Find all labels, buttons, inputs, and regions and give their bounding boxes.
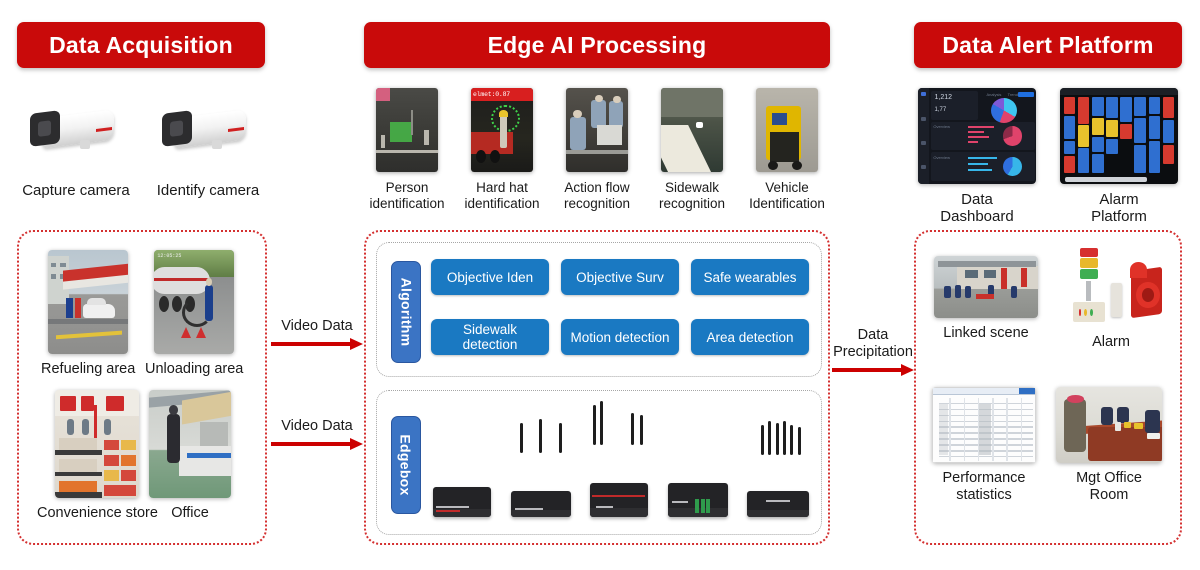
cctv-camera-icon (152, 100, 264, 170)
camera-item: Identify camera (149, 100, 267, 199)
capability-person-identification: Person identification (364, 88, 450, 212)
algorithm-button-objective-iden[interactable]: Objective Iden (431, 259, 549, 295)
algorithm-button-sidewalk-detection[interactable]: Sidewalk detection (431, 319, 549, 355)
section-header-label: Data Acquisition (49, 31, 233, 58)
edge-device-icon-1 (433, 483, 491, 517)
arrow-label: Video Data (281, 318, 353, 334)
algorithm-tab: Algorithm (391, 261, 421, 363)
scene-label: Refueling area (41, 361, 136, 377)
arrow-label: Data Precipitation (833, 327, 913, 360)
algorithm-button-motion-detection[interactable]: Motion detection (561, 319, 679, 355)
diagram-canvas: Data Acquisition Edge AI Processing Data… (0, 0, 1200, 570)
output-grid: Linked scene Alarm Performance statistic… (916, 232, 1180, 543)
scene-item-convenience-store: Convenience store (37, 390, 158, 522)
linked-scene-photo (934, 256, 1038, 318)
section-header-edge-ai-processing: Edge AI Processing (364, 22, 830, 68)
cctv-camera-icon (20, 100, 132, 170)
output-label: Mgt Office Room (1076, 470, 1142, 503)
arrow-label: Video Data (281, 418, 353, 434)
edgebox-tab-label: Edgebox (398, 434, 414, 496)
data-dashboard-screenshot: 1,212 1,77 Analysis Trend Overview Overv… (918, 88, 1036, 184)
output-label: Alarm (1092, 334, 1130, 350)
mgt-office-room-photo (1056, 387, 1162, 463)
capability-thumbnail-row: Person identification elmet:0.87 Hard ha… (364, 88, 830, 212)
algorithm-button-objective-surv[interactable]: Objective Surv (561, 259, 679, 295)
capability-sidewalk-recognition: Sidewalk recognition (649, 88, 735, 212)
arrow-data-precipitation: Data Precipitation (832, 327, 914, 376)
edgebox-device-row (433, 401, 809, 518)
performance-statistics-photo (932, 387, 1036, 463)
unloading-area-photo: 12:05:25 (154, 250, 235, 354)
capability-hard-hat-identification: elmet:0.87 Hard hat identification (459, 88, 545, 212)
vehicle-identification-thumbnail (756, 88, 818, 172)
output-item-performance-statistics: Performance statistics (932, 387, 1036, 504)
camera-label: Capture camera (22, 182, 130, 199)
section-header-label: Data Alert Platform (942, 31, 1154, 58)
panel-edge-ai-processing: Algorithm Objective Iden Objective Surv … (364, 230, 830, 545)
platform-label: Alarm Platform (1091, 191, 1147, 225)
output-item-linked-scene: Linked scene (934, 256, 1038, 342)
scene-label: Unloading area (145, 361, 244, 377)
output-item-alarm: Alarm (1058, 246, 1164, 351)
output-label: Linked scene (943, 325, 1029, 341)
camera-label: Identify camera (156, 182, 260, 199)
camera-item: Capture camera (17, 100, 135, 199)
sidewalk-recognition-thumbnail (661, 88, 723, 172)
section-header-label: Edge AI Processing (487, 31, 707, 58)
convenience-store-photo (55, 390, 140, 498)
scene-label: Office (171, 505, 209, 521)
edge-device-icon-5 (747, 421, 809, 517)
person-identification-thumbnail (376, 88, 438, 172)
edge-device-icon-4 (667, 477, 728, 518)
capability-vehicle-identification: Vehicle Identification (744, 88, 830, 212)
alarm-device-icon (1058, 246, 1164, 322)
refueling-area-photo (48, 250, 129, 354)
arrow-video-data-2: Video Data (271, 418, 363, 450)
edge-device-icon-2 (510, 419, 571, 517)
camera-row: Capture camera Identify camera (17, 100, 267, 199)
section-header-data-alert-platform: Data Alert Platform (914, 22, 1182, 68)
edgebox-group: Edgebox (376, 390, 822, 535)
scene-item-office: Office (149, 390, 231, 522)
capability-action-flow-recognition: Action flow recognition (554, 88, 640, 212)
algorithm-group: Algorithm Objective Iden Objective Surv … (376, 242, 822, 377)
algorithm-tab-label: Algorithm (398, 277, 414, 347)
platform-thumbnail-row: 1,212 1,77 Analysis Trend Overview Overv… (914, 88, 1182, 225)
alarm-platform-screenshot (1060, 88, 1178, 184)
scene-item-unloading: 12:05:25 Unloading area (145, 250, 243, 378)
platform-data-dashboard: 1,212 1,77 Analysis Trend Overview Overv… (914, 88, 1040, 225)
capability-label: Person identification (369, 180, 445, 211)
scene-photo-grid: Refueling area 12:05:25 Unloading area C… (19, 232, 265, 543)
capability-label: Action flow recognition (563, 180, 631, 211)
output-item-mgt-office-room: Mgt Office Room (1056, 387, 1162, 504)
platform-label: Data Dashboard (940, 191, 1014, 225)
algorithm-button-area-detection[interactable]: Area detection (691, 319, 809, 355)
edgebox-tab: Edgebox (391, 416, 421, 514)
scene-label: Convenience store (37, 505, 158, 521)
panel-data-acquisition: Refueling area 12:05:25 Unloading area C… (17, 230, 267, 545)
capability-label: Hard hat identification (464, 180, 540, 211)
platform-alarm-platform: Alarm Platform (1056, 88, 1182, 225)
detection-score-overlay: elmet:0.87 (471, 88, 533, 102)
action-flow-recognition-thumbnail (566, 88, 628, 172)
office-photo (149, 390, 231, 498)
arrow-video-data-1: Video Data (271, 318, 363, 350)
capability-label: Sidewalk recognition (658, 180, 726, 211)
edge-device-icon-3 (590, 401, 648, 518)
scene-item-refueling: Refueling area (41, 250, 135, 378)
section-header-data-acquisition: Data Acquisition (17, 22, 265, 68)
panel-data-alert-platform: Linked scene Alarm Performance statistic… (914, 230, 1182, 545)
algorithm-button-grid: Objective Iden Objective Surv Safe weara… (431, 259, 809, 363)
capability-label: Vehicle Identification (749, 180, 825, 211)
output-label: Performance statistics (942, 470, 1026, 503)
algorithm-button-safe-wearables[interactable]: Safe wearables (691, 259, 809, 295)
hard-hat-identification-thumbnail: elmet:0.87 (471, 88, 533, 172)
